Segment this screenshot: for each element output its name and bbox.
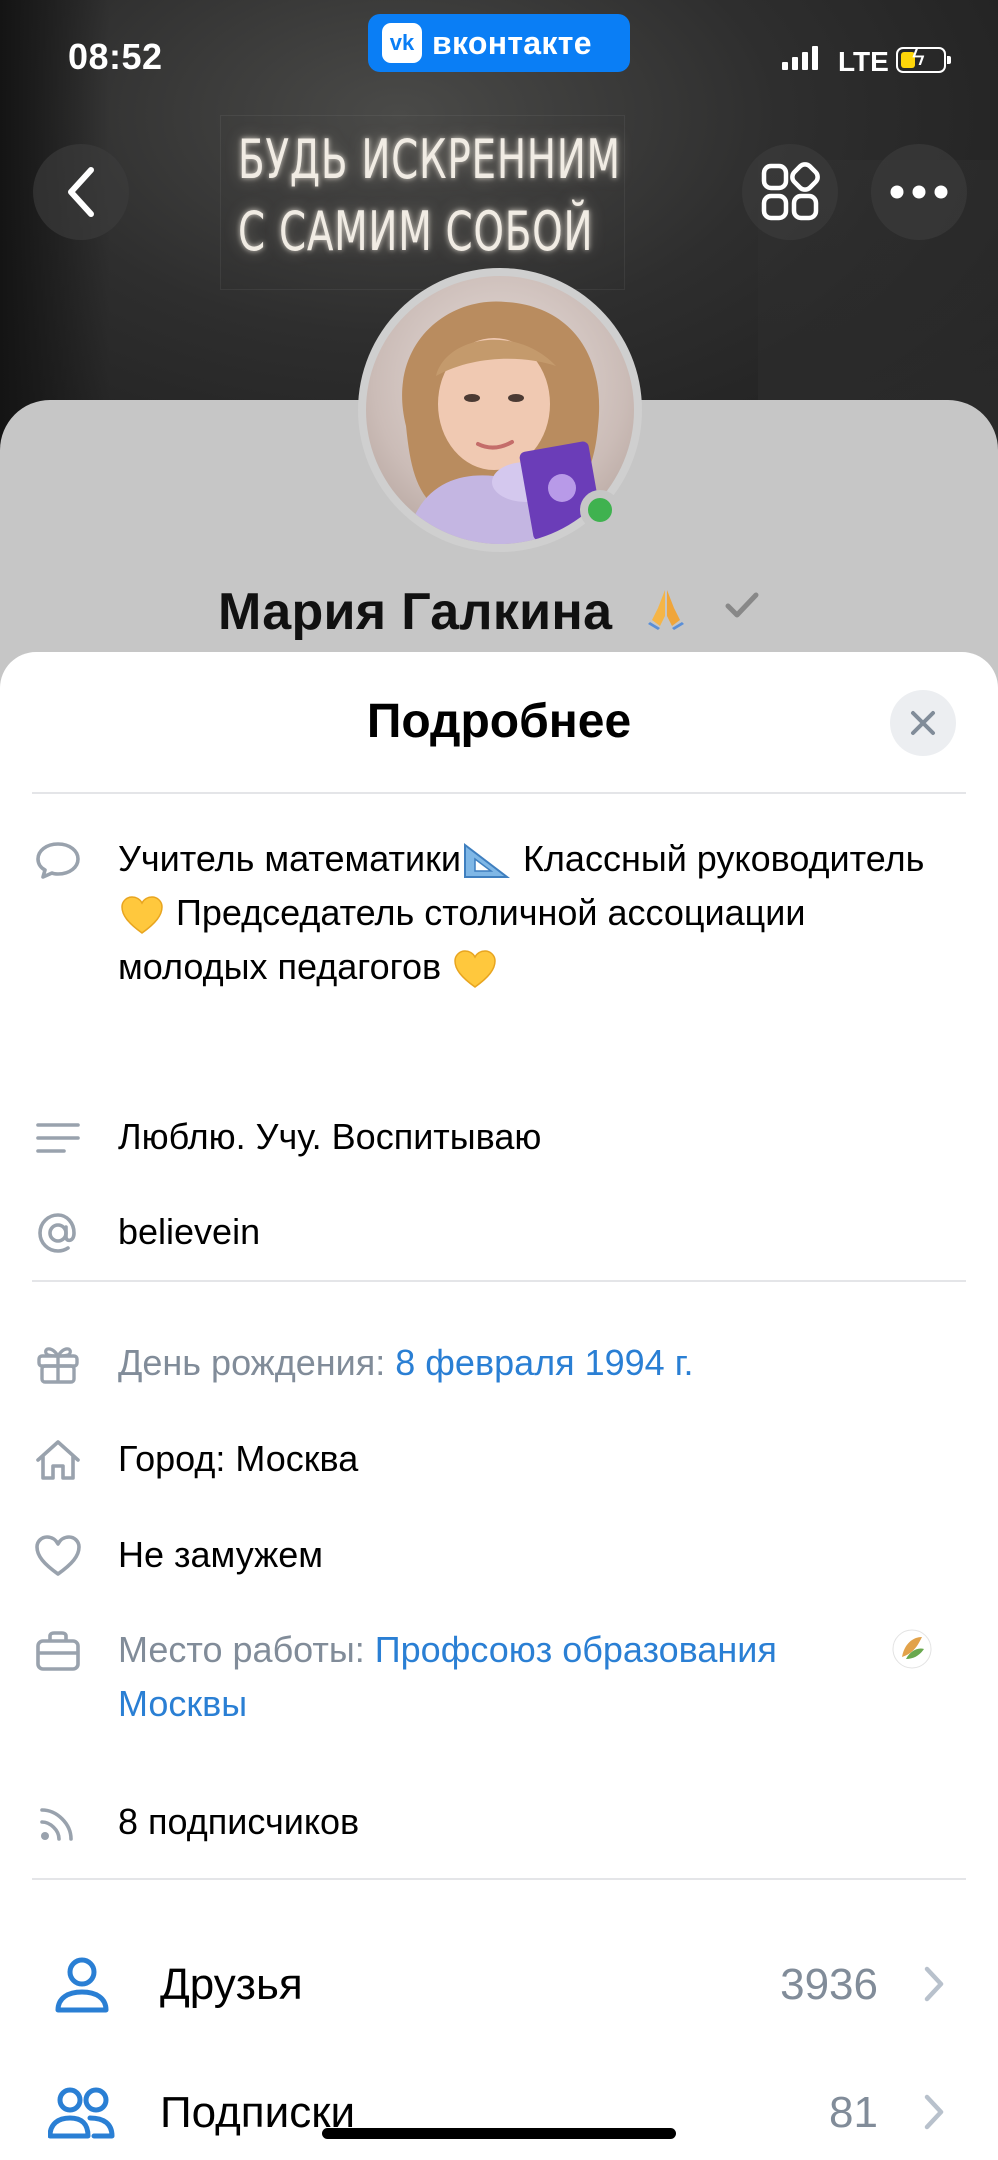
text-lines-icon <box>36 1123 80 1153</box>
work-text: Место работы: Профсоюз образования Москвы <box>118 1629 777 1724</box>
vk-logo-icon: vk <box>382 23 422 63</box>
followers-text: 8 подписчиков <box>118 1801 360 1842</box>
cellular-signal-icon <box>782 46 818 70</box>
back-button[interactable] <box>33 144 129 240</box>
house-icon <box>36 1440 80 1480</box>
close-button[interactable] <box>890 690 956 756</box>
divider <box>32 1280 966 1282</box>
friends-count: 3936 <box>780 1960 878 2009</box>
praying-hands-icon <box>646 586 686 635</box>
divider <box>32 792 966 794</box>
chevron-right-icon <box>924 1966 944 2002</box>
verified-checkmark-icon[interactable] <box>724 590 760 625</box>
users-icon <box>48 2087 115 2139</box>
gift-icon <box>37 1347 79 1384</box>
yellow-heart-icon <box>454 950 496 989</box>
relationship-text: Не замужем <box>118 1534 323 1575</box>
online-status-indicator <box>580 490 620 530</box>
ellipsis-icon <box>890 185 948 199</box>
close-icon <box>911 711 935 735</box>
work-link-cont[interactable]: Москвы <box>118 1683 247 1724</box>
at-sign-icon <box>38 1213 76 1253</box>
short-link[interactable]: believein <box>118 1205 958 1259</box>
chevron-right-icon <box>924 2094 944 2130</box>
status-text: Учитель математики Классный руководитель… <box>118 832 958 994</box>
more-button[interactable] <box>871 144 967 240</box>
work-link[interactable]: Профсоюз образования <box>375 1629 777 1670</box>
divider <box>32 1878 966 1880</box>
user-icon <box>55 1957 109 2013</box>
yellow-heart-icon <box>121 896 163 935</box>
organization-logo-icon <box>892 1629 932 1669</box>
subscriptions-row[interactable]: Подписки 81 <box>0 2066 998 2160</box>
briefcase-icon <box>36 1631 80 1671</box>
rss-icon <box>40 1808 73 1841</box>
network-type: LTE <box>838 46 889 77</box>
battery-icon: ϟ <box>896 44 951 73</box>
vk-app-badge-label: вконтакте <box>432 24 592 61</box>
birthday-link[interactable]: 8 февраля 1994 г. <box>395 1342 693 1383</box>
details-sheet: Подробнее Учитель математики Классный ру… <box>0 652 998 2160</box>
about-text: Люблю. Учу. Воспитываю <box>118 1116 542 1157</box>
neon-sign-line-1: БУДЬ ИСКРЕННИМ <box>238 128 621 191</box>
sheet-title: Подробнее <box>366 695 632 748</box>
chevron-left-icon <box>68 167 94 217</box>
birthday-text: День рождения: 8 февраля 1994 г. <box>118 1342 694 1383</box>
friends-row[interactable]: Друзья 3936 <box>0 1938 998 2034</box>
home-indicator[interactable] <box>322 2128 676 2139</box>
city-text: Город: Москва <box>118 1438 359 1479</box>
apps-button[interactable] <box>742 144 838 240</box>
triangular-ruler-icon <box>463 843 510 879</box>
profile-name: Мария Галкина <box>218 583 613 641</box>
heart-icon <box>35 1535 81 1576</box>
speech-bubble-icon <box>36 842 80 879</box>
vk-app-badge[interactable]: vk вконтакте <box>368 14 630 72</box>
neon-sign-line-2: С САМИМ СОБОЙ <box>238 200 594 263</box>
grid-icon <box>761 162 820 221</box>
status-time: 08:52 <box>68 36 163 77</box>
friends-label: Друзья <box>160 1960 303 2009</box>
subscriptions-count: 81 <box>829 2088 878 2137</box>
